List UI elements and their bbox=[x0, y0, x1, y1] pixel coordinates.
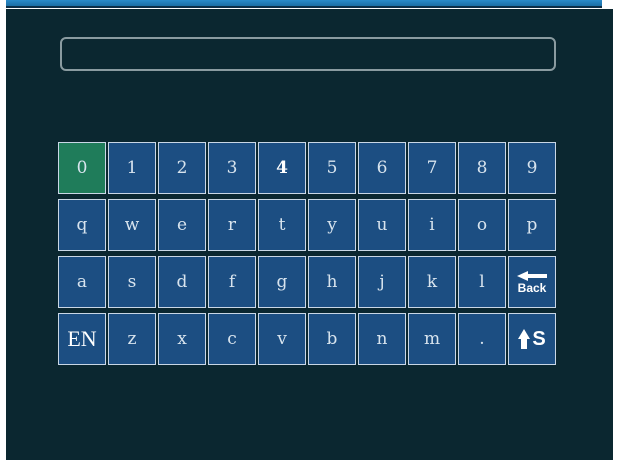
key-v[interactable]: v bbox=[258, 313, 306, 365]
screen: 0 1 2 3 4 5 6 7 8 9 q w e r t y u i o p … bbox=[6, 9, 613, 460]
key-o[interactable]: o bbox=[458, 199, 506, 251]
key-s[interactable]: s bbox=[108, 256, 156, 308]
language-key[interactable]: EN bbox=[58, 313, 106, 365]
key-f[interactable]: f bbox=[208, 256, 256, 308]
key-k[interactable]: k bbox=[408, 256, 456, 308]
key-1[interactable]: 1 bbox=[108, 142, 156, 194]
key-9[interactable]: 9 bbox=[508, 142, 556, 194]
key-a[interactable]: a bbox=[58, 256, 106, 308]
backspace-label: Back bbox=[517, 280, 547, 295]
key-6[interactable]: 6 bbox=[358, 142, 406, 194]
top-status-bar bbox=[6, 0, 602, 8]
keyboard-row-asdf: a s d f g h j k l Back bbox=[58, 256, 559, 310]
text-input-field[interactable] bbox=[60, 37, 556, 71]
key-0[interactable]: 0 bbox=[58, 142, 106, 194]
key-x[interactable]: x bbox=[158, 313, 206, 365]
key-2[interactable]: 2 bbox=[158, 142, 206, 194]
key-n[interactable]: n bbox=[358, 313, 406, 365]
key-4[interactable]: 4 bbox=[258, 142, 306, 194]
key-i[interactable]: i bbox=[408, 199, 456, 251]
key-7[interactable]: 7 bbox=[408, 142, 456, 194]
key-p[interactable]: p bbox=[508, 199, 556, 251]
back-arrow-icon bbox=[517, 270, 547, 281]
device-frame: 0 1 2 3 4 5 6 7 8 9 q w e r t y u i o p … bbox=[0, 0, 621, 460]
shift-up-arrow-icon bbox=[518, 329, 531, 349]
key-q[interactable]: q bbox=[58, 199, 106, 251]
key-g[interactable]: g bbox=[258, 256, 306, 308]
key-r[interactable]: r bbox=[208, 199, 256, 251]
key-u[interactable]: u bbox=[358, 199, 406, 251]
key-l[interactable]: l bbox=[458, 256, 506, 308]
shift-key[interactable]: S bbox=[508, 313, 556, 365]
key-e[interactable]: e bbox=[158, 199, 206, 251]
key-h[interactable]: h bbox=[308, 256, 356, 308]
key-c[interactable]: c bbox=[208, 313, 256, 365]
shift-label: S bbox=[532, 327, 546, 350]
key-z[interactable]: z bbox=[108, 313, 156, 365]
key-5[interactable]: 5 bbox=[308, 142, 356, 194]
key-d[interactable]: d bbox=[158, 256, 206, 308]
backspace-key[interactable]: Back bbox=[508, 256, 556, 308]
key-m[interactable]: m bbox=[408, 313, 456, 365]
keyboard-row-zxcv: EN z x c v b n m . S bbox=[58, 313, 559, 367]
keyboard-row-qwerty: q w e r t y u i o p bbox=[58, 199, 559, 253]
key-3[interactable]: 3 bbox=[208, 142, 256, 194]
key-j[interactable]: j bbox=[358, 256, 406, 308]
key-b[interactable]: b bbox=[308, 313, 356, 365]
key-w[interactable]: w bbox=[108, 199, 156, 251]
key-y[interactable]: y bbox=[308, 199, 356, 251]
key-8[interactable]: 8 bbox=[458, 142, 506, 194]
key-t[interactable]: t bbox=[258, 199, 306, 251]
key-period[interactable]: . bbox=[458, 313, 506, 365]
keyboard-row-digits: 0 1 2 3 4 5 6 7 8 9 bbox=[58, 142, 559, 196]
on-screen-keyboard: 0 1 2 3 4 5 6 7 8 9 q w e r t y u i o p … bbox=[58, 142, 559, 368]
